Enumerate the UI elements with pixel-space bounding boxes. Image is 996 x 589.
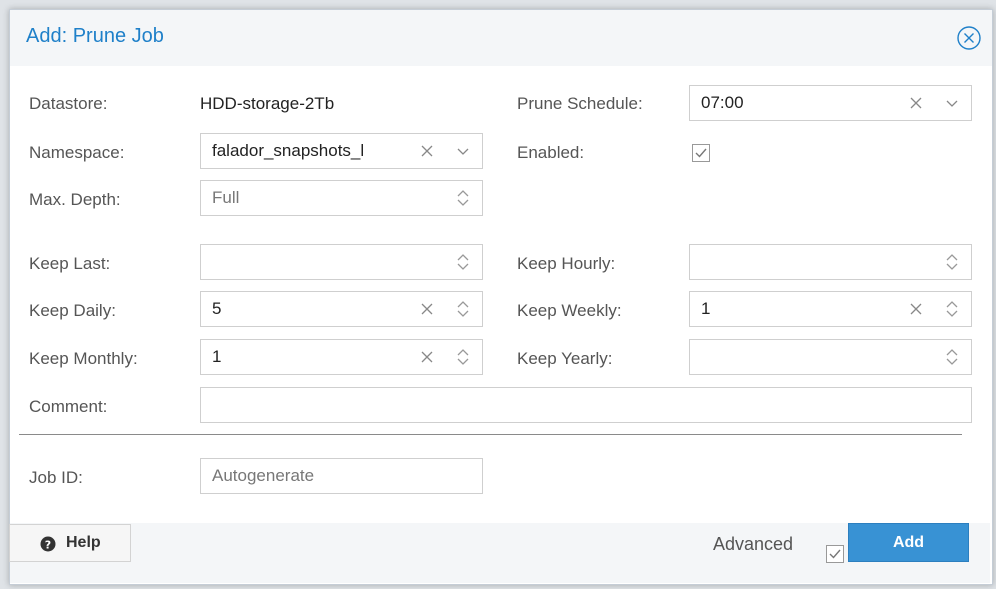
clear-icon[interactable] [419,301,435,317]
spinner-icon[interactable] [944,348,960,366]
job-id-placeholder: Autogenerate [212,466,315,485]
help-label: Help [66,534,101,551]
spinner-icon[interactable] [455,189,471,207]
prune-schedule-combo[interactable]: 07:00 [689,85,972,121]
datastore-label: Datastore: [29,94,108,113]
max-depth-spinner[interactable]: Full [200,180,483,216]
advanced-checkbox[interactable] [826,545,844,563]
keep-last-spinner[interactable] [200,244,483,280]
namespace-combo[interactable]: falador_snapshots_l [200,133,483,169]
prune-schedule-value: 07:00 [701,93,744,112]
keep-monthly-label: Keep Monthly: [29,349,138,368]
spinner-icon[interactable] [455,348,471,366]
dialog-header: Add: Prune Job [10,10,992,66]
chevron-down-icon[interactable] [455,142,471,160]
spinner-icon[interactable] [455,253,471,271]
dialog-title: Add: Prune Job [26,25,164,47]
keep-weekly-label: Keep Weekly: [517,301,622,320]
max-depth-label: Max. Depth: [29,190,121,209]
keep-daily-label: Keep Daily: [29,301,116,320]
keep-yearly-spinner[interactable] [689,339,972,375]
keep-weekly-value: 1 [701,299,711,318]
enabled-checkbox[interactable] [692,144,710,162]
keep-yearly-label: Keep Yearly: [517,349,613,368]
advanced-label: Advanced [713,534,794,554]
job-id-label: Job ID: [29,468,83,487]
keep-hourly-spinner[interactable] [689,244,972,280]
namespace-value: falador_snapshots_l [212,141,365,160]
enabled-label: Enabled: [517,143,585,162]
clear-icon[interactable] [908,95,924,111]
namespace-label: Namespace: [29,143,125,162]
clear-icon[interactable] [419,349,435,365]
keep-last-label: Keep Last: [29,254,111,273]
section-divider [19,434,962,435]
keep-daily-value: 5 [212,299,222,318]
chevron-down-icon[interactable] [944,94,960,112]
comment-label: Comment: [29,397,108,416]
keep-daily-spinner[interactable]: 5 [200,291,483,327]
close-icon[interactable] [956,25,982,51]
datastore-value: HDD-storage-2Tb [200,94,335,113]
job-id-field[interactable]: Autogenerate [200,458,483,494]
prune-schedule-label: Prune Schedule: [517,94,643,113]
keep-monthly-spinner[interactable]: 1 [200,339,483,375]
clear-icon[interactable] [419,143,435,159]
spinner-icon[interactable] [455,300,471,318]
max-depth-value: Full [212,188,240,207]
question-circle-icon: ? [40,536,56,552]
add-button[interactable]: Add [848,523,969,562]
help-button[interactable]: ? Help [9,524,131,562]
keep-hourly-label: Keep Hourly: [517,254,616,273]
comment-field[interactable] [200,387,972,423]
keep-weekly-spinner[interactable]: 1 [689,291,972,327]
clear-icon[interactable] [908,301,924,317]
spinner-icon[interactable] [944,300,960,318]
spinner-icon[interactable] [944,253,960,271]
keep-monthly-value: 1 [212,347,222,366]
svg-text:?: ? [45,539,51,552]
